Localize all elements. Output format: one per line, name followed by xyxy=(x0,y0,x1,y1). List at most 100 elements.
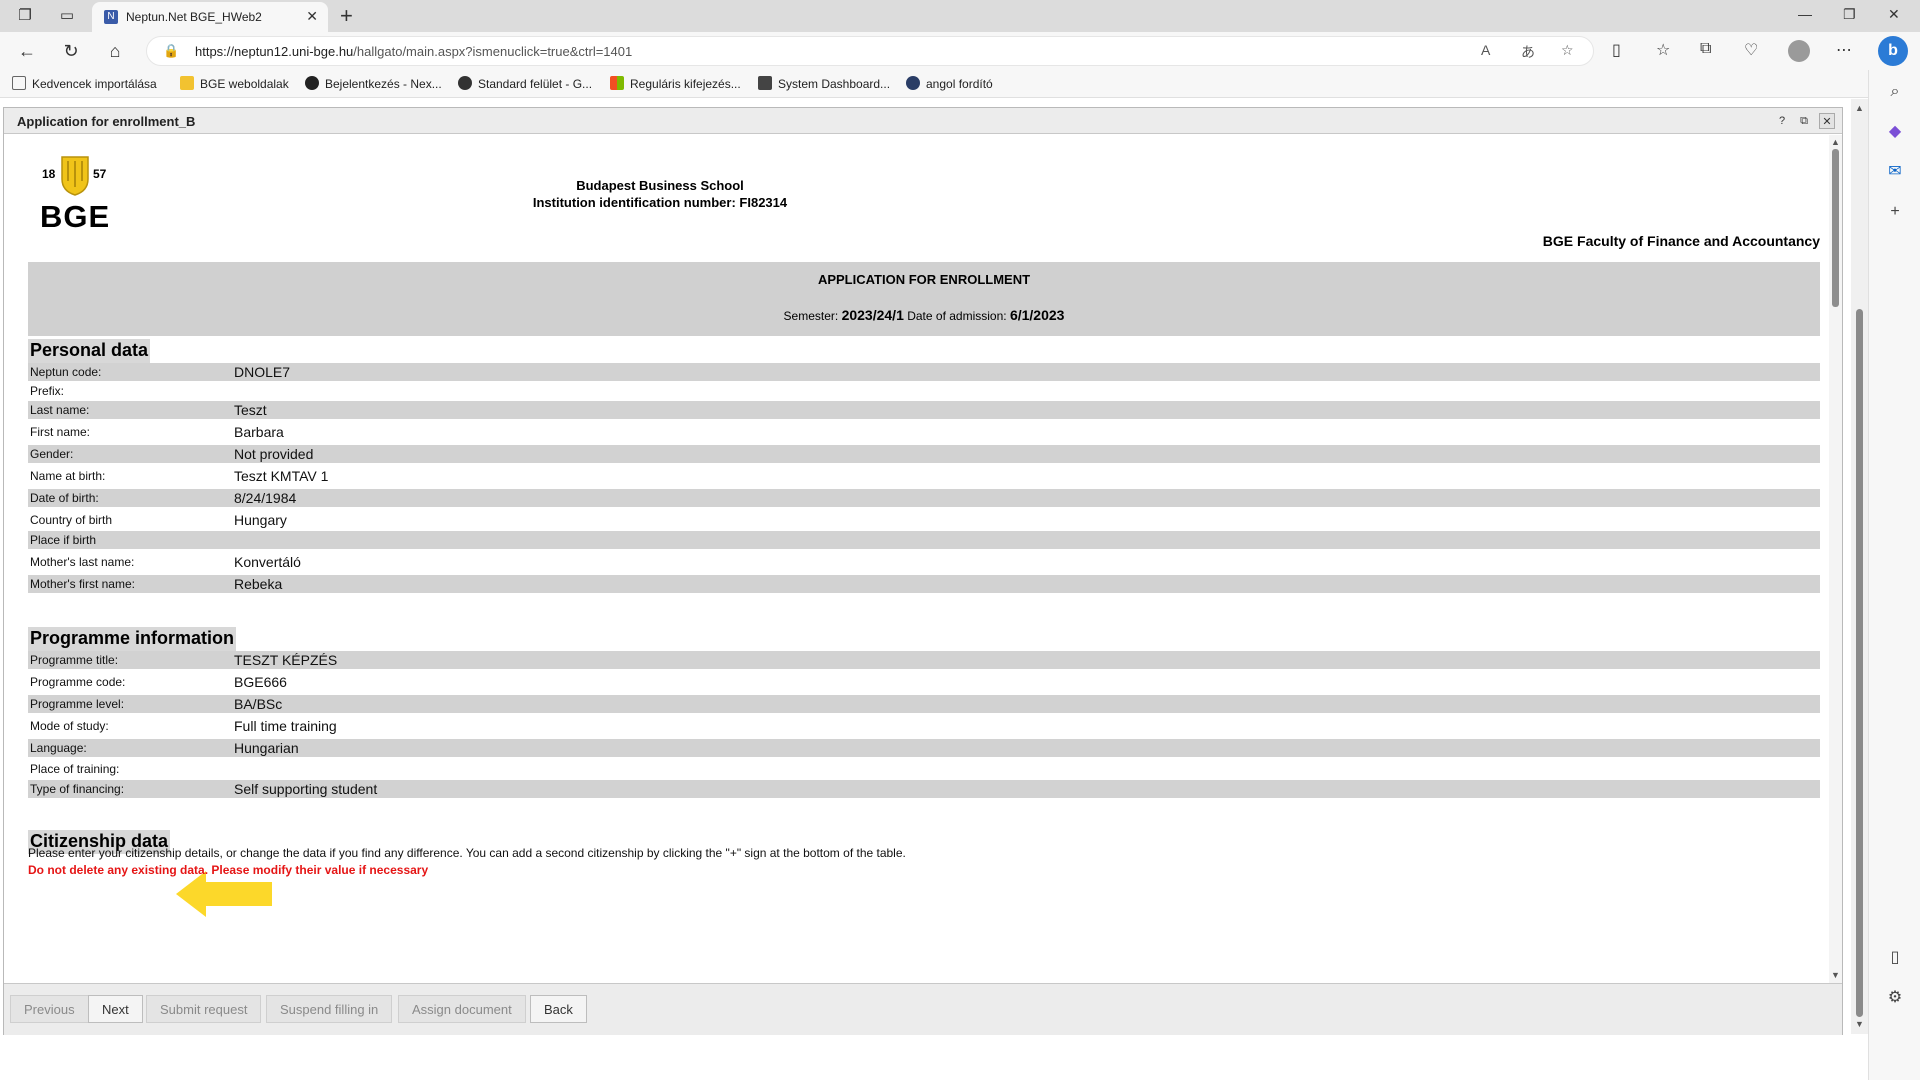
g-icon xyxy=(458,76,472,90)
split-screen-icon[interactable]: ▯ xyxy=(1612,40,1621,60)
modal-header: Application for enrollment_B ? ⧉ ✕ xyxy=(4,108,1842,134)
form-scroll-down-icon[interactable]: ▼ xyxy=(1831,970,1840,980)
enrollment-modal: Application for enrollment_B ? ⧉ ✕ ▲ ▼ 1… xyxy=(3,107,1843,1035)
school-info: Budapest Business School Institution ide… xyxy=(460,177,860,211)
logo-year-right: 57 xyxy=(93,167,107,181)
assign-document-button[interactable]: Assign document xyxy=(398,995,526,1023)
next-button[interactable]: Next xyxy=(88,995,143,1023)
admission-label: Date of admission: xyxy=(907,309,1007,323)
pointer-arrow-icon xyxy=(176,871,272,917)
minimize-icon[interactable]: — xyxy=(1798,6,1812,22)
tab-actions-icon[interactable]: ▭ xyxy=(58,7,76,25)
microsoft-icon xyxy=(610,76,624,90)
bookmark-translator[interactable]: angol fordító xyxy=(906,76,993,91)
logo-name: BGE xyxy=(40,199,111,234)
table-row: Place of training: xyxy=(30,762,120,776)
personal-data-title: Personal data xyxy=(28,339,151,363)
form-scroll-up-icon[interactable]: ▲ xyxy=(1831,137,1840,147)
logo-year-left: 18 xyxy=(42,167,56,181)
lock-icon[interactable]: 🔒 xyxy=(163,43,179,59)
bookmark-import[interactable]: Kedvencek importálása xyxy=(12,76,157,91)
bookmark-standard[interactable]: Standard felület - G... xyxy=(458,76,592,91)
collections-icon[interactable]: ⧉ xyxy=(1700,40,1711,58)
previous-button[interactable]: Previous xyxy=(10,995,89,1023)
citizenship-warning: Do not delete any existing data. Please … xyxy=(28,863,429,877)
modal-close-icon[interactable]: ✕ xyxy=(1819,113,1835,129)
table-row: Type of financing: Self supporting studen… xyxy=(28,780,1820,798)
form-scrollbar-thumb[interactable] xyxy=(1832,149,1839,307)
bge-logo: 18 57 BGE xyxy=(38,155,118,235)
page-scrollbar[interactable]: ▲ ▼ xyxy=(1851,99,1868,1034)
favorites-icon[interactable]: ☆ xyxy=(1656,40,1670,60)
close-window-icon[interactable]: ✕ xyxy=(1888,6,1900,23)
browser-tab-bar: ❐ ▭ N Neptun.Net BGE_HWeb2 ✕ + — ❐ ✕ xyxy=(0,0,1920,32)
back-arrow-icon[interactable]: ← xyxy=(16,40,38,62)
table-row: Language: Hungarian xyxy=(28,739,1820,757)
read-aloud-icon[interactable]: A xyxy=(1481,42,1490,58)
table-row: Place if birth xyxy=(28,531,1820,549)
outlook-icon[interactable]: ✉ xyxy=(1885,162,1905,182)
dashboard-icon xyxy=(758,76,772,90)
scroll-down-icon[interactable]: ▼ xyxy=(1855,1019,1864,1029)
table-row: Country of birth Hungary xyxy=(30,512,287,528)
url-text: https://neptun12.uni-bge.hu/hallgato/mai… xyxy=(195,44,633,59)
semester-value: 2023/24/1 xyxy=(841,307,904,323)
search-icon[interactable]: ⌕ xyxy=(1885,82,1905,102)
url-input[interactable]: 🔒 https://neptun12.uni-bge.hu/hallgato/m… xyxy=(146,36,1594,66)
translator-icon xyxy=(906,76,920,90)
favorite-star-icon[interactable]: ☆ xyxy=(1561,42,1574,59)
bge-emblem-icon xyxy=(61,156,89,196)
restore-window-icon[interactable]: ❐ xyxy=(1843,6,1856,23)
workspaces-icon[interactable]: ❐ xyxy=(16,7,34,25)
bookmark-dashboard[interactable]: System Dashboard... xyxy=(758,76,890,91)
table-row: Programme title: TESZT KÉPZÉS xyxy=(28,651,1820,669)
copilot-icon[interactable]: ◆ xyxy=(1885,122,1905,142)
popout-icon[interactable]: ⧉ xyxy=(1796,113,1812,129)
scroll-up-icon[interactable]: ▲ xyxy=(1855,103,1864,113)
browser-address-bar: ← ↻ ⌂ 🔒 https://neptun12.uni-bge.hu/hall… xyxy=(0,32,1920,70)
table-row: Name at birth: Teszt KMTAV 1 xyxy=(30,468,329,484)
table-row: Gender: Not provided xyxy=(28,445,1820,463)
help-icon[interactable]: ? xyxy=(1774,113,1790,129)
semester-line: Semester: 2023/24/1 Date of admission: 6… xyxy=(28,307,1820,323)
semester-label: Semester: xyxy=(783,309,839,323)
hide-sidebar-icon[interactable]: ▯ xyxy=(1885,948,1905,968)
refresh-icon[interactable]: ↻ xyxy=(60,40,82,62)
table-row: Mother's last name: Konvertáló xyxy=(30,554,301,570)
new-tab-icon[interactable]: + xyxy=(340,3,353,29)
home-icon[interactable]: ⌂ xyxy=(104,40,126,62)
modal-title: Application for enrollment_B xyxy=(17,114,196,129)
table-row: Mode of study: Full time training xyxy=(30,718,337,734)
more-options-icon[interactable]: ⋯ xyxy=(1836,40,1852,60)
browser-tab-active[interactable]: N Neptun.Net BGE_HWeb2 ✕ xyxy=(92,2,328,32)
browser-essentials-icon[interactable]: ♡ xyxy=(1744,40,1758,60)
table-row: First name: Barbara xyxy=(30,424,284,440)
submit-request-button[interactable]: Submit request xyxy=(146,995,262,1023)
tab-close-icon[interactable]: ✕ xyxy=(306,8,318,25)
bookmark-regex[interactable]: Reguláris kifejezés... xyxy=(610,76,741,91)
institution-id: Institution identification number: FI823… xyxy=(532,195,788,210)
folder-icon xyxy=(180,76,194,90)
translate-icon[interactable]: あ xyxy=(1521,42,1535,62)
page-scrollbar-thumb[interactable] xyxy=(1856,309,1863,1017)
bookmark-bge-folder[interactable]: BGE weboldalak xyxy=(180,76,289,91)
suspend-filling-button[interactable]: Suspend filling in xyxy=(266,995,393,1023)
form-scrollbar[interactable]: ▲ ▼ xyxy=(1829,135,1842,983)
enrollment-banner: APPLICATION FOR ENROLLMENT Semester: 202… xyxy=(28,262,1820,336)
sidebar-settings-icon[interactable]: ⚙ xyxy=(1885,988,1905,1008)
banner-title: APPLICATION FOR ENROLLMENT xyxy=(817,272,1031,287)
admission-value: 6/1/2023 xyxy=(1009,307,1065,323)
bookmark-login[interactable]: Bejelentkezés - Nex... xyxy=(305,76,442,91)
table-row: Programme level: BA/BSc xyxy=(28,695,1820,713)
page-viewport: ▲ ▼ Application for enrollment_B ? ⧉ ✕ ▲… xyxy=(0,99,1868,1035)
bing-copilot-icon[interactable]: b xyxy=(1878,36,1908,66)
neptun-favicon-icon: N xyxy=(104,10,118,24)
back-button[interactable]: Back xyxy=(530,995,587,1023)
profile-avatar[interactable] xyxy=(1788,40,1810,62)
add-app-icon[interactable]: + xyxy=(1885,202,1905,222)
nexus-icon xyxy=(305,76,319,90)
faculty-name: BGE Faculty of Finance and Accountancy xyxy=(1542,233,1820,249)
bookmarks-bar: Kedvencek importálása BGE weboldalak Bej… xyxy=(0,70,1870,98)
tab-title: Neptun.Net BGE_HWeb2 xyxy=(126,10,262,24)
table-row: Mother's first name: Rebeka xyxy=(28,575,1820,593)
